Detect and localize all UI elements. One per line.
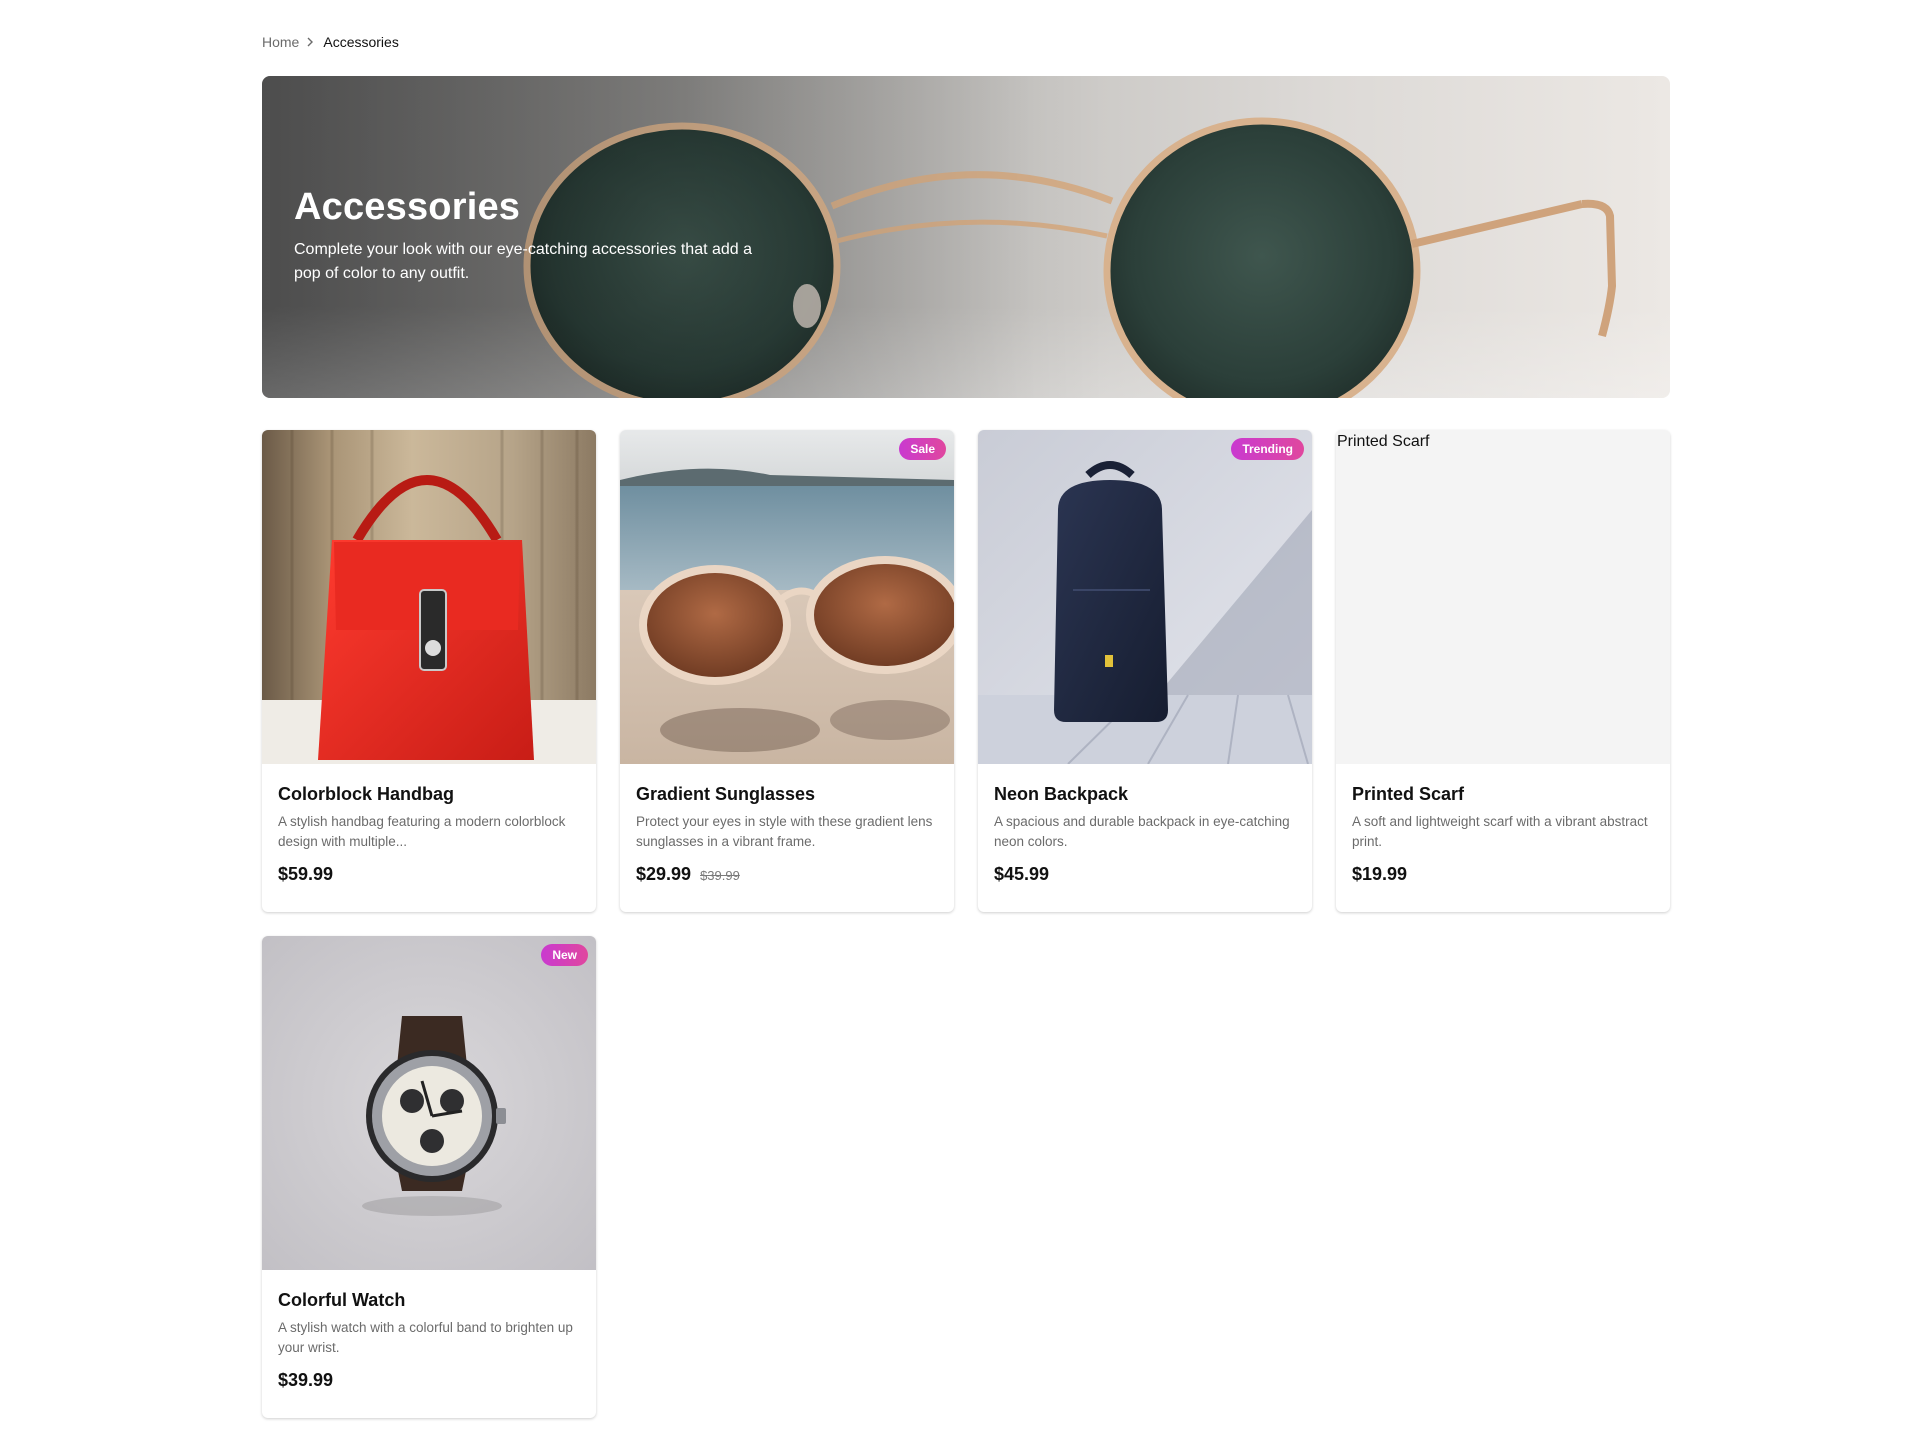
product-original-price: $39.99 bbox=[700, 868, 740, 883]
product-image[interactable]: New bbox=[262, 936, 596, 1270]
chevron-right-icon bbox=[299, 33, 323, 51]
sunglasses-on-beach-image bbox=[620, 430, 954, 764]
product-description: A soft and lightweight scarf with a vibr… bbox=[1352, 814, 1648, 849]
product-price: $19.99 bbox=[1352, 864, 1408, 884]
product-description: A stylish handbag featuring a modern col… bbox=[278, 814, 566, 849]
product-card[interactable]: Printed Scarf Printed Scarf A soft and l… bbox=[1336, 430, 1670, 912]
product-title[interactable]: Printed Scarf bbox=[1352, 784, 1464, 805]
price-row: $19.99 bbox=[1352, 864, 1407, 885]
product-description: Protect your eyes in style with these gr… bbox=[636, 814, 933, 849]
product-price: $45.99 bbox=[994, 864, 1050, 884]
product-image[interactable]: Trending bbox=[978, 430, 1312, 764]
product-image[interactable] bbox=[262, 430, 596, 764]
product-price: $59.99 bbox=[278, 864, 334, 884]
breadcrumb-current: Accessories bbox=[323, 34, 399, 50]
product-badge: Trending bbox=[1231, 438, 1304, 460]
product-card[interactable]: New Colorful Watch A stylish watch with … bbox=[262, 936, 596, 1418]
product-card[interactable]: Sale Gradient Sunglasses Protect your ey… bbox=[620, 430, 954, 912]
navy-backpack-image bbox=[978, 430, 1312, 764]
price-row: $39.99 bbox=[278, 1370, 333, 1391]
chronograph-watch-image bbox=[262, 936, 596, 1270]
product-title[interactable]: Neon Backpack bbox=[994, 784, 1128, 805]
red-handbag-image bbox=[262, 430, 596, 764]
breadcrumb: Home Accessories bbox=[262, 33, 399, 51]
page: Home Accessories Accessories Complete yo… bbox=[0, 0, 1920, 1444]
product-card[interactable]: Colorblock Handbag A stylish handbag fea… bbox=[262, 430, 596, 912]
product-image[interactable]: Sale bbox=[620, 430, 954, 764]
product-description: A spacious and durable backpack in eye-c… bbox=[994, 814, 1290, 849]
product-card[interactable]: Trending Neon Backpack A spacious and du… bbox=[978, 430, 1312, 912]
hero-description: Complete your look with our eye-catching… bbox=[294, 241, 753, 282]
product-price: $29.99 bbox=[636, 864, 692, 884]
breadcrumb-home-link[interactable]: Home bbox=[262, 33, 299, 51]
product-title[interactable]: Colorful Watch bbox=[278, 1290, 405, 1311]
price-row: $29.99 $39.99 bbox=[636, 864, 740, 885]
product-image[interactable]: Printed Scarf bbox=[1336, 430, 1670, 764]
product-title[interactable]: Colorblock Handbag bbox=[278, 784, 454, 805]
hero-title: Accessories bbox=[294, 186, 521, 228]
product-badge: New bbox=[541, 944, 588, 966]
image-alt-text: Printed Scarf bbox=[1337, 433, 1430, 450]
product-badge: Sale bbox=[899, 438, 946, 460]
product-price: $39.99 bbox=[278, 1370, 334, 1390]
price-row: $59.99 bbox=[278, 864, 333, 885]
product-description: A stylish watch with a colorful band to … bbox=[278, 1320, 573, 1355]
hero-banner: Accessories Complete your look with our … bbox=[262, 76, 1670, 398]
product-title[interactable]: Gradient Sunglasses bbox=[636, 784, 815, 805]
price-row: $45.99 bbox=[994, 864, 1049, 885]
